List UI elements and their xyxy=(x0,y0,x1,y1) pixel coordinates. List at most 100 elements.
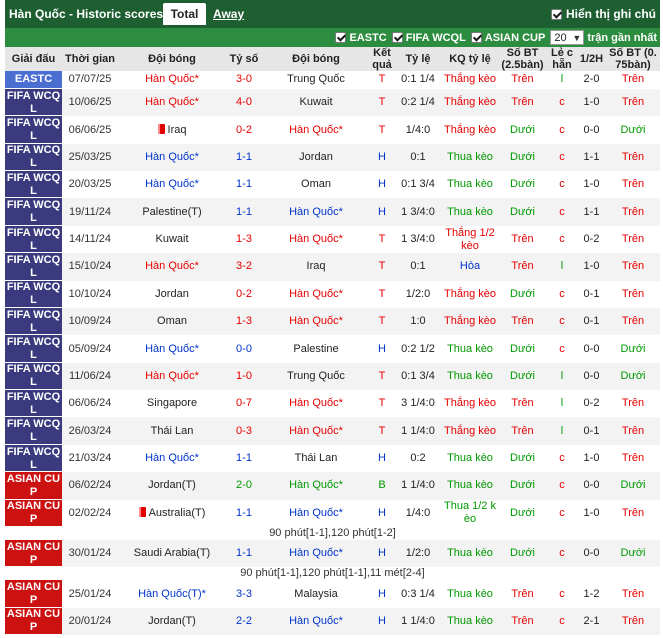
eastc-checkbox[interactable] xyxy=(335,32,347,43)
team-name[interactable]: Oman xyxy=(301,178,331,190)
odd-even-result: c xyxy=(547,225,577,254)
goals-2-5-result: Dưới xyxy=(498,472,547,500)
team-name[interactable]: Oman xyxy=(157,315,187,327)
match-score[interactable]: 1-1 xyxy=(226,171,262,199)
team-name[interactable]: Jordan(T) xyxy=(148,615,196,627)
team-name[interactable]: Hàn Quốc* xyxy=(289,206,343,218)
match-count-select[interactable]: 20 ▼ xyxy=(550,30,585,45)
match-score[interactable]: 1-3 xyxy=(226,225,262,254)
away-team-cell: Palestine xyxy=(262,335,370,363)
match-score[interactable]: 3-2 xyxy=(226,253,262,281)
home-team-cell: Iraq xyxy=(118,116,226,144)
match-result: H xyxy=(370,607,394,636)
match-score[interactable]: 1-1 xyxy=(226,143,262,172)
handicap-result: Thua kèo xyxy=(442,580,498,608)
league-cell: FIFA WCQL xyxy=(5,444,62,473)
home-team-cell: Hàn Quốc* xyxy=(118,143,226,172)
team-name[interactable]: Hàn Quốc* xyxy=(289,397,343,409)
asian-cup-checkbox[interactable] xyxy=(470,32,482,43)
filter-eastc[interactable]: EASTC xyxy=(335,32,387,44)
half-time-score: 0-0 xyxy=(577,116,606,144)
team-name[interactable]: Hàn Quốc* xyxy=(289,479,343,491)
match-score[interactable]: 1-1 xyxy=(226,499,262,527)
team-name[interactable]: Hàn Quốc* xyxy=(145,96,199,108)
home-team-cell: Australia(T) xyxy=(118,499,226,527)
team-name[interactable]: Iraq xyxy=(307,260,326,272)
team-name[interactable]: Australia(T) xyxy=(149,507,206,519)
match-score[interactable]: 4-0 xyxy=(226,88,262,117)
match-row: ASIAN CUP 02/02/24 Australia(T) 1-1 Hàn Quốc… xyxy=(5,499,660,527)
team-name[interactable]: Hàn Quốc* xyxy=(289,615,343,627)
match-score[interactable]: 1-1 xyxy=(226,198,262,226)
home-team-cell: Hàn Quốc(T)* xyxy=(118,580,226,608)
team-name[interactable]: Hàn Quốc* xyxy=(145,73,199,85)
team-name[interactable]: Hàn Quốc* xyxy=(289,233,343,245)
match-score[interactable]: 0-3 xyxy=(226,417,262,445)
team-name[interactable]: Palestine(T) xyxy=(142,206,201,218)
team-name[interactable]: Iraq xyxy=(168,124,187,136)
league-cell: FIFA WCQL xyxy=(5,390,62,418)
match-score[interactable]: 2-2 xyxy=(226,607,262,636)
match-result: H xyxy=(370,143,394,172)
team-name[interactable]: Thái Lan xyxy=(295,452,338,464)
goals-0-75-result: Trên xyxy=(606,390,660,418)
team-name[interactable]: Hàn Quốc* xyxy=(289,425,343,437)
team-name[interactable]: Singapore xyxy=(147,397,197,409)
team-name[interactable]: Hàn Quốc* xyxy=(145,260,199,272)
match-score[interactable]: 1-1 xyxy=(226,539,262,568)
match-score[interactable]: 1-3 xyxy=(226,307,262,336)
match-score[interactable]: 3-0 xyxy=(226,71,262,89)
league-cell: FIFA WCQL xyxy=(5,253,62,281)
match-score[interactable]: 0-0 xyxy=(226,335,262,363)
team-name[interactable]: Jordan xyxy=(299,151,333,163)
team-name[interactable]: Hàn Quốc* xyxy=(289,288,343,300)
match-score[interactable]: 3-3 xyxy=(226,580,262,608)
team-name[interactable]: Kuwait xyxy=(299,96,332,108)
team-name[interactable]: Hàn Quốc* xyxy=(145,370,199,382)
match-score[interactable]: 2-0 xyxy=(226,472,262,500)
team-name[interactable]: Kuwait xyxy=(155,233,188,245)
team-name[interactable]: Jordan xyxy=(155,288,189,300)
match-row: ASIAN CUP 30/01/24 Saudi Arabia(T) 1-1 Hàn Q… xyxy=(5,539,660,568)
fifa-wcql-checkbox[interactable] xyxy=(391,32,403,43)
match-score[interactable]: 1-0 xyxy=(226,362,262,391)
team-name[interactable]: Palestine xyxy=(293,343,338,355)
match-row: FIFA WCQL 06/06/25 Iraq 0-2 Hàn Quốc* T 1/4:0 T… xyxy=(5,116,660,144)
match-date: 15/10/24 xyxy=(62,253,118,281)
match-score[interactable]: 1-1 xyxy=(226,444,262,473)
team-name[interactable]: Hàn Quốc* xyxy=(145,452,199,464)
show-notes-checkbox[interactable] xyxy=(551,8,562,20)
tab-total[interactable]: Total xyxy=(163,3,206,25)
home-team-cell: Hàn Quốc* xyxy=(118,171,226,199)
team-name[interactable]: Hàn Quốc* xyxy=(145,151,199,163)
filter-asian-cup[interactable]: ASIAN CUP xyxy=(470,32,545,44)
team-name[interactable]: Hàn Quốc* xyxy=(145,178,199,190)
goals-0-75-result: Trên xyxy=(606,71,660,89)
match-date: 10/06/25 xyxy=(62,88,118,117)
match-score[interactable]: 0-2 xyxy=(226,116,262,144)
team-name[interactable]: Hàn Quốc* xyxy=(289,507,343,519)
team-name[interactable]: Saudi Arabia(T) xyxy=(134,547,210,559)
team-name[interactable]: Hàn Quốc(T)* xyxy=(138,588,206,600)
tab-away[interactable]: Away xyxy=(213,0,244,28)
team-name[interactable]: Trung Quốc xyxy=(287,73,345,85)
team-name[interactable]: Jordan(T) xyxy=(148,479,196,491)
team-name[interactable]: Malaysia xyxy=(294,588,337,600)
team-name[interactable]: Thái Lan xyxy=(151,425,194,437)
away-team-cell: Trung Quốc xyxy=(262,71,370,89)
team-name[interactable]: Hàn Quốc* xyxy=(289,124,343,136)
goals-2-5-result: Dưới xyxy=(498,539,547,568)
team-name[interactable]: Hàn Quốc* xyxy=(289,315,343,327)
team-name[interactable]: Hàn Quốc* xyxy=(289,547,343,559)
filter-fifa-wcql[interactable]: FIFA WCQL xyxy=(391,32,466,44)
match-date: 30/01/24 xyxy=(62,539,118,568)
home-team-cell: Kuwait xyxy=(118,225,226,254)
match-score[interactable]: 0-7 xyxy=(226,390,262,418)
half-time-score: 0-1 xyxy=(577,417,606,445)
match-score[interactable]: 0-2 xyxy=(226,280,262,308)
show-notes-toggle[interactable]: Hiển thị ghi chú xyxy=(551,0,656,28)
goals-0-75-result: Trên xyxy=(606,444,660,473)
team-name[interactable]: Trung Quốc xyxy=(287,370,345,382)
team-name[interactable]: Hàn Quốc* xyxy=(145,343,199,355)
match-date: 05/09/24 xyxy=(62,335,118,363)
